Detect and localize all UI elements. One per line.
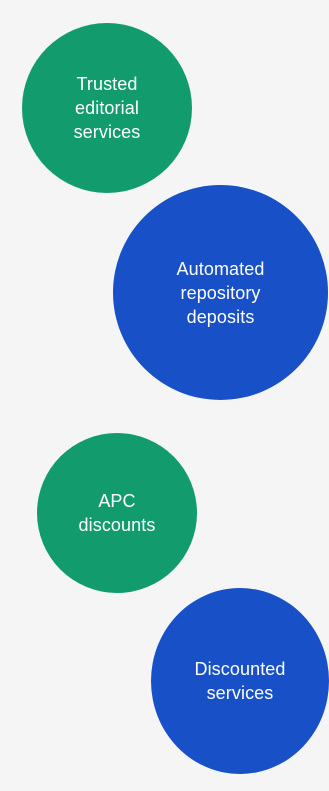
- benefits-bubbles: Trusted editorial services Automated rep…: [0, 0, 329, 791]
- bubble-trusted-editorial-services: Trusted editorial services: [22, 23, 192, 193]
- bubble-label: Automated repository deposits: [176, 258, 265, 327]
- bubble-label: Discounted services: [194, 659, 286, 703]
- bubble-label: Trusted editorial services: [73, 74, 141, 142]
- bubble-apc-discounts: APC discounts: [37, 433, 197, 593]
- bubble-automated-repository-deposits: Automated repository deposits: [113, 185, 328, 400]
- bubble-label: APC discounts: [78, 491, 156, 535]
- bubble-discounted-services: Discounted services: [151, 588, 329, 774]
